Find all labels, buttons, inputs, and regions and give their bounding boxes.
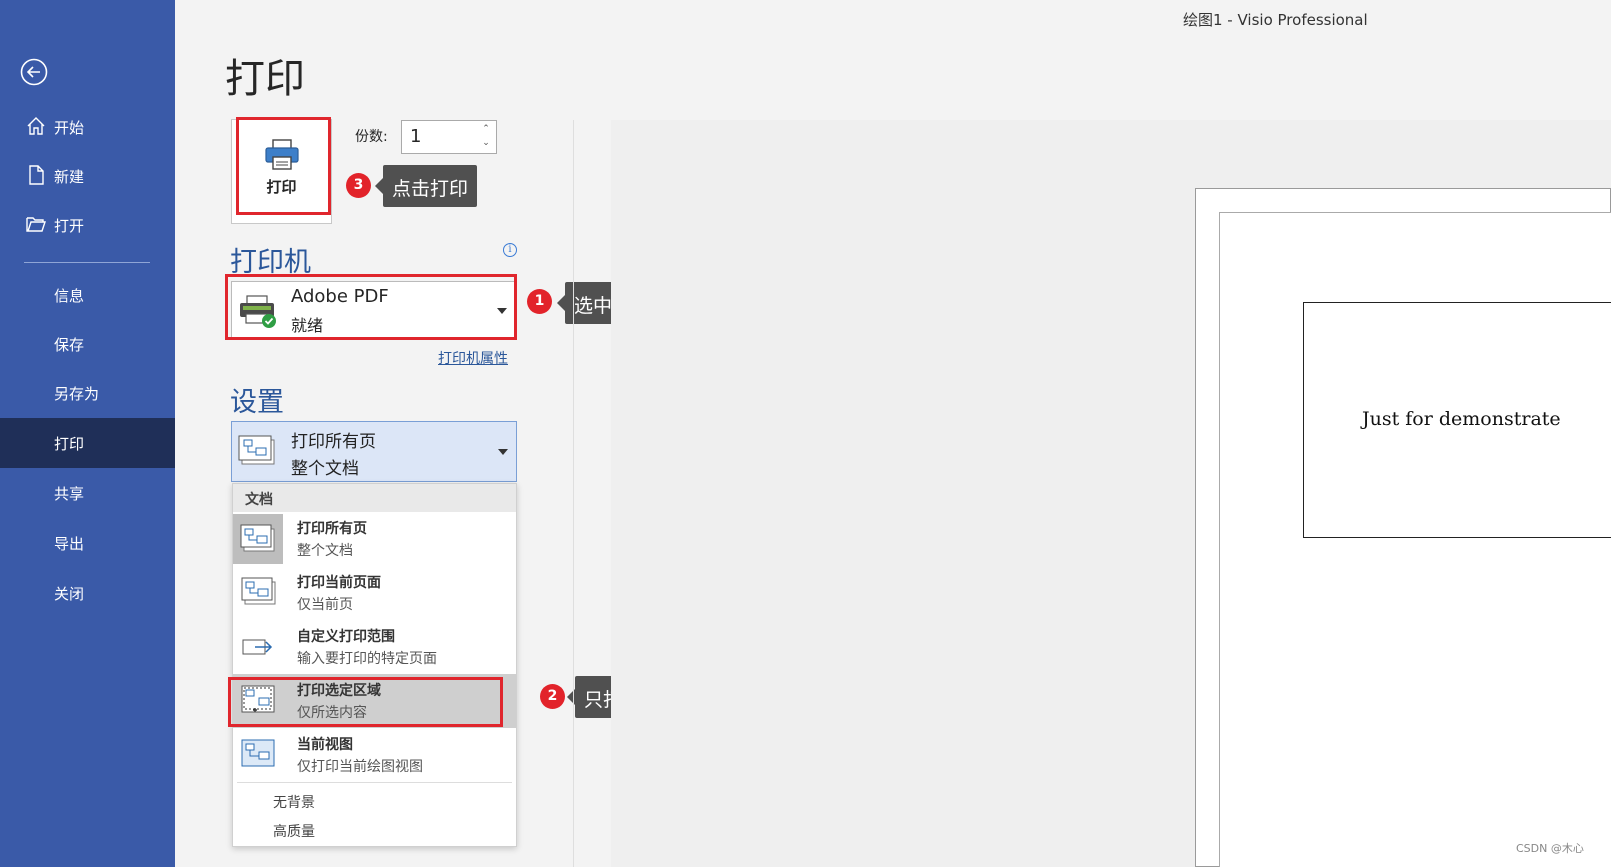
callout-badge-3: 3 bbox=[346, 173, 371, 198]
print-range-menu: 文档 打印所有页 整个文档 打印当前页面 仅当前页 自定义打印范围 输入要打印的… bbox=[232, 483, 517, 847]
menu-item-current-view[interactable]: 当前视图 仅打印当前绘图视图 bbox=[233, 728, 516, 782]
menu-item-subtitle: 整个文档 bbox=[297, 543, 353, 559]
nav-label-save: 保存 bbox=[54, 336, 85, 354]
preview-shape-text: Just for demonstrate bbox=[1362, 408, 1561, 430]
nav-item-close[interactable]: 关闭 bbox=[0, 568, 175, 618]
spin-up-icon[interactable]: ⌃ bbox=[480, 124, 492, 134]
highlight-box-printer bbox=[225, 274, 517, 340]
sidebar-divider bbox=[24, 262, 150, 263]
menu-item-title: 自定义打印范围 bbox=[297, 629, 395, 645]
nav-item-new[interactable]: 新建 bbox=[0, 151, 175, 201]
print-range-subtitle: 整个文档 bbox=[291, 459, 359, 479]
menu-item-current-page[interactable]: 打印当前页面 仅当前页 bbox=[233, 566, 516, 620]
print-range-dropdown[interactable]: 打印所有页 整个文档 bbox=[231, 421, 517, 482]
settings-section-header: 设置 bbox=[230, 387, 284, 418]
menu-item-all-pages[interactable]: 打印所有页 整个文档 bbox=[233, 512, 516, 566]
current-view-icon bbox=[241, 738, 277, 770]
nav-item-export[interactable]: 导出 bbox=[0, 518, 175, 568]
menu-group-label: 文档 bbox=[245, 492, 273, 508]
nav-label-home: 开始 bbox=[54, 119, 85, 137]
pane-divider bbox=[573, 120, 574, 867]
highlight-box-selection bbox=[228, 677, 503, 727]
menu-item-subtitle: 输入要打印的特定页面 bbox=[297, 651, 437, 667]
all-pages-icon bbox=[238, 434, 276, 468]
info-icon[interactable]: i bbox=[503, 243, 517, 257]
custom-range-icon bbox=[241, 630, 277, 662]
callout-badge-1: 1 bbox=[527, 289, 552, 314]
menu-item-subtitle: 仅当前页 bbox=[297, 597, 353, 613]
copies-label: 份数: bbox=[355, 129, 388, 145]
menu-item-title: 打印所有页 bbox=[297, 521, 367, 537]
menu-group-header: 文档 bbox=[233, 484, 516, 512]
copies-value: 1 bbox=[410, 126, 422, 147]
nav-item-save-as[interactable]: 另存为 bbox=[0, 368, 175, 418]
menu-item-title: 当前视图 bbox=[297, 737, 353, 753]
callout-badge-2: 2 bbox=[540, 684, 565, 709]
menu-item-custom-range[interactable]: 自定义打印范围 输入要打印的特定页面 bbox=[233, 620, 516, 674]
window-title: 绘图1 - Visio Professional bbox=[1183, 11, 1368, 29]
menu-item-title: 打印当前页面 bbox=[297, 575, 381, 591]
menu-separator bbox=[237, 782, 512, 783]
nav-item-print[interactable]: 打印 bbox=[0, 418, 175, 468]
nav-item-open[interactable]: 打开 bbox=[0, 200, 175, 250]
page-title: 打印 bbox=[225, 56, 305, 102]
nav-label-close: 关闭 bbox=[54, 585, 85, 603]
spin-down-icon[interactable]: ⌄ bbox=[480, 138, 492, 148]
printer-properties-link[interactable]: 打印机属性 bbox=[438, 348, 508, 368]
chevron-down-icon bbox=[498, 449, 508, 455]
option-no-background[interactable]: 无背景 bbox=[273, 792, 315, 812]
all-pages-icon bbox=[233, 514, 283, 564]
new-document-icon bbox=[25, 164, 47, 186]
current-page-icon bbox=[241, 576, 277, 608]
nav-label-info: 信息 bbox=[54, 287, 85, 305]
copies-stepper[interactable]: 1 ⌃ ⌄ bbox=[401, 120, 497, 154]
nav-item-info[interactable]: 信息 bbox=[0, 270, 175, 320]
nav-label-open: 打开 bbox=[54, 217, 85, 235]
folder-open-icon bbox=[25, 213, 47, 235]
nav-item-home[interactable]: 开始 bbox=[0, 102, 175, 152]
option-high-quality[interactable]: 高质量 bbox=[273, 821, 315, 841]
home-icon bbox=[25, 115, 47, 137]
menu-item-subtitle: 仅打印当前绘图视图 bbox=[297, 759, 423, 775]
back-arrow-icon[interactable] bbox=[20, 58, 48, 86]
nav-label-save-as: 另存为 bbox=[54, 385, 100, 403]
print-range-title: 打印所有页 bbox=[291, 432, 376, 452]
nav-label-print: 打印 bbox=[54, 435, 85, 453]
highlight-box-print bbox=[236, 117, 331, 215]
backstage-sidebar: 开始 新建 打开 信息 保存 另存为 打印 共享 导出 关闭 bbox=[0, 0, 175, 867]
nav-label-export: 导出 bbox=[54, 535, 85, 553]
nav-item-save[interactable]: 保存 bbox=[0, 319, 175, 369]
watermark: CSDN @木心 bbox=[1516, 842, 1584, 855]
nav-item-share[interactable]: 共享 bbox=[0, 468, 175, 518]
callout-print: 点击打印 bbox=[374, 165, 478, 207]
nav-label-new: 新建 bbox=[54, 168, 85, 186]
nav-label-share: 共享 bbox=[54, 485, 85, 503]
